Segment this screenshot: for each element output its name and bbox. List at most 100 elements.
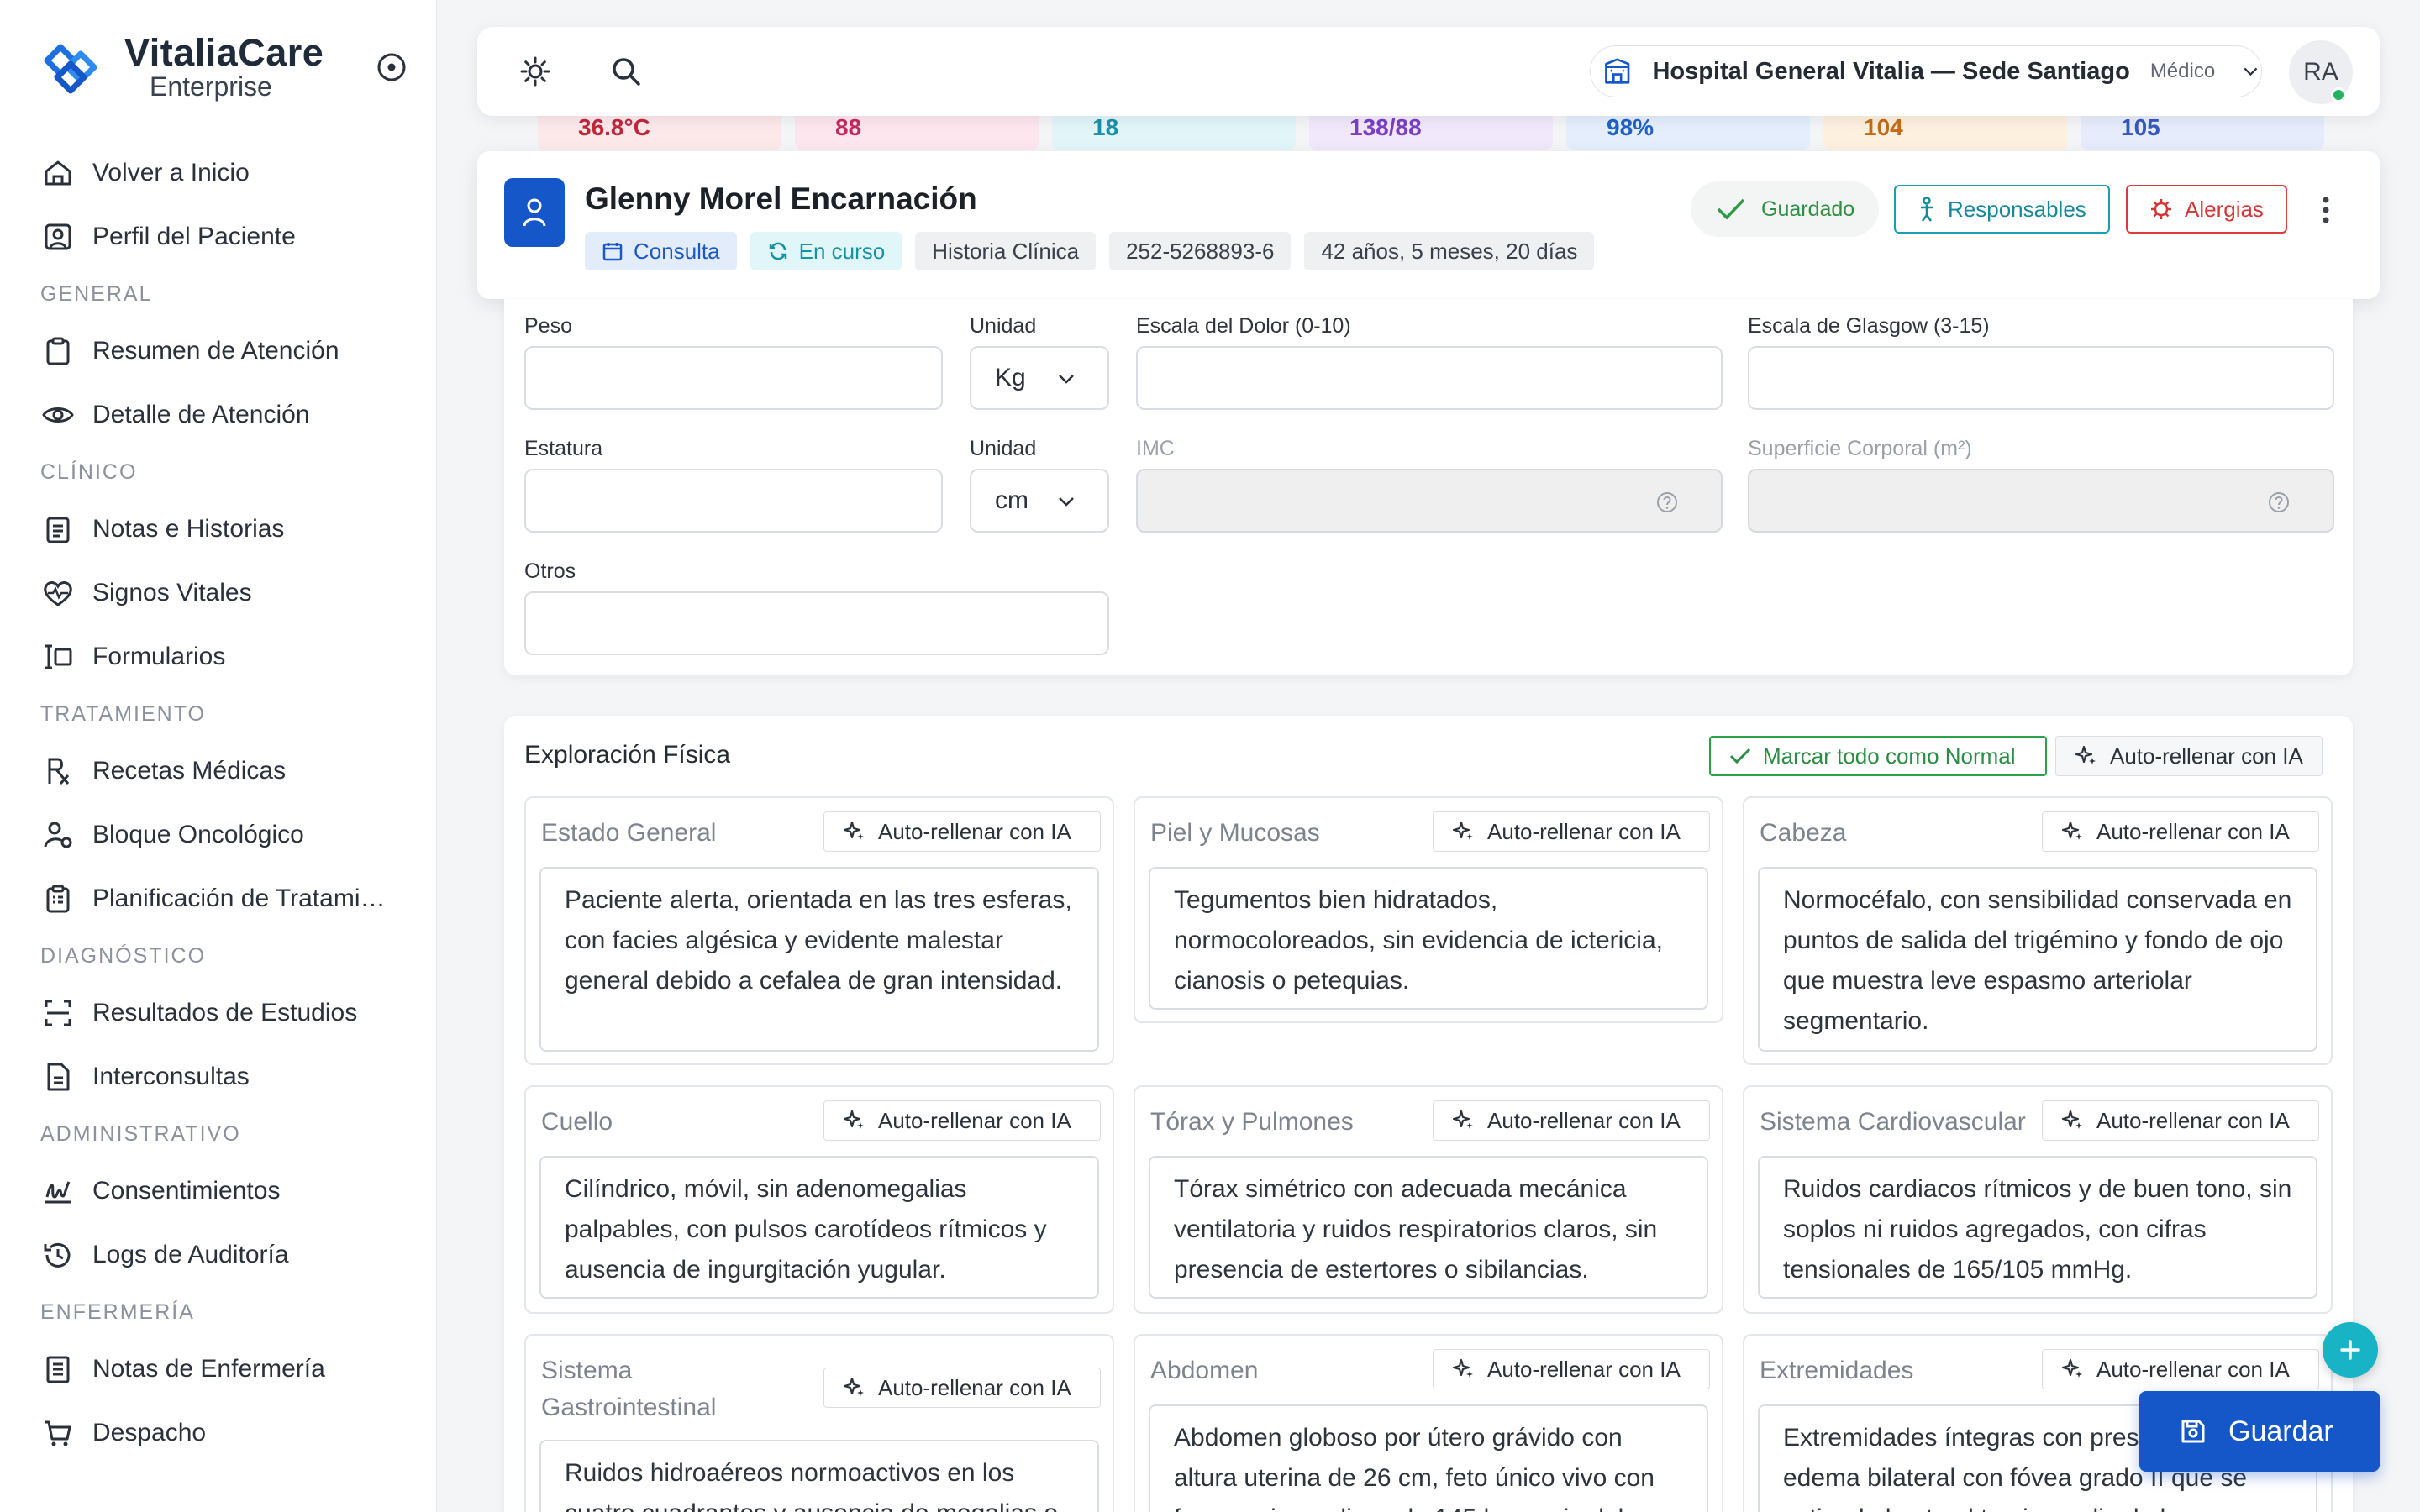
sidebar-item-forms[interactable]: Formularios: [0, 625, 437, 689]
sparkles-icon: [843, 1110, 864, 1129]
prescription-icon: [48, 758, 70, 785]
sidebar-item-profile[interactable]: Perfil del Paciente: [0, 205, 437, 269]
sidebar-item-interconsult[interactable]: Interconsultas: [0, 1045, 437, 1109]
sidebar-item-detail[interactable]: Detalle de Atención: [0, 383, 437, 447]
sidebar-item-label: Consentimientos: [92, 1177, 281, 1205]
add-fab-button[interactable]: [2323, 1322, 2378, 1378]
auto-fill-ai-button[interactable]: Auto-rellenar con IA: [823, 1368, 1101, 1408]
auto-fill-ai-button[interactable]: Auto-rellenar con IA: [2042, 811, 2319, 852]
auto-fill-ai-button[interactable]: Auto-rellenar con IA: [2042, 1100, 2319, 1141]
theme-toggle-sun-icon[interactable]: [518, 54, 553, 89]
measurements-card: Peso Unidad Kg Escala del Dolor (0-10) E…: [504, 299, 2353, 675]
otros-input[interactable]: [524, 591, 1109, 655]
home-icon: [45, 160, 71, 186]
peso-unit-label: Unidad: [970, 314, 1037, 338]
sidebar-item-dispatch[interactable]: Despacho: [0, 1401, 437, 1465]
forms-icon: [45, 644, 72, 669]
hospital-selector[interactable]: Hospital General Vitalia — Sede Santiago…: [1590, 45, 2262, 97]
sparkles-icon: [2061, 1110, 2082, 1129]
auto-fill-ai-button[interactable]: Auto-rellenar con IA: [823, 1100, 1101, 1141]
sparkles-icon: [843, 1377, 864, 1396]
section-title: Extremidades: [1760, 1357, 1914, 1384]
patient-age-tag: 42 años, 5 meses, 20 días: [1304, 232, 1595, 270]
section-textarea[interactable]: Ruidos cardiacos rítmicos y de buen tono…: [1758, 1156, 2317, 1299]
sidebar-item-notes[interactable]: Notas e Historias: [0, 497, 437, 561]
sparkles-icon: [843, 821, 864, 840]
sidebar-item-label: Bloque Oncológico: [92, 821, 304, 848]
exploracion-fisica-card: Exploración Física Marcar todo como Norm…: [504, 716, 2353, 1512]
sidebar-item-results[interactable]: Resultados de Estudios: [0, 981, 437, 1045]
dolor-input[interactable]: [1136, 346, 1723, 410]
mark-all-normal-button[interactable]: Marcar todo como Normal: [1709, 736, 2047, 776]
sparkles-icon: [1452, 821, 1473, 840]
nav-section-admin: ADMINISTRATIVO: [40, 1121, 241, 1146]
save-button[interactable]: Guardar: [2139, 1391, 2380, 1472]
patient-avatar: [504, 178, 565, 247]
section-estado-general: Estado General Auto-rellenar con IA Paci…: [524, 796, 1114, 1065]
scan-icon: [45, 1000, 71, 1026]
chevron-down-icon: [2244, 67, 2258, 76]
section-textarea[interactable]: Paciente alerta, orientada en las tres e…: [539, 867, 1099, 1052]
estatura-input[interactable]: [524, 469, 943, 533]
collapse-sidebar-icon[interactable]: [375, 50, 408, 84]
vitaliacare-logo-icon: [44, 44, 97, 94]
section-textarea[interactable]: Abdomen globoso por útero grávido con al…: [1149, 1404, 1708, 1512]
nav-section-general: GENERAL: [40, 281, 153, 306]
notes-icon: [46, 517, 70, 543]
nav-section-tratamiento: TRATAMIENTO: [40, 701, 206, 726]
auto-fill-ai-button[interactable]: Auto-rellenar con IA: [1433, 811, 1710, 852]
help-circle-icon[interactable]: [1655, 491, 1679, 514]
section-textarea[interactable]: Tegumentos bien hidratados, normocolorea…: [1149, 867, 1708, 1010]
auto-fill-ai-all-button[interactable]: Auto-rellenar con IA: [2055, 736, 2323, 776]
sidebar-item-planning[interactable]: Planificación de Tratamiento: [0, 867, 437, 931]
section-textarea[interactable]: Normocéfalo, con sensibilidad conservada…: [1758, 867, 2317, 1052]
sidebar-item-prescriptions[interactable]: Recetas Médicas: [0, 739, 437, 803]
nav-section-diagnostico: DIAGNÓSTICO: [40, 943, 207, 968]
search-icon[interactable]: [608, 54, 644, 89]
more-options-icon[interactable]: [2309, 193, 2343, 227]
nursing-notes-icon: [46, 1356, 70, 1383]
encounter-type-tag: Consulta: [585, 232, 737, 270]
auto-fill-ai-button[interactable]: Auto-rellenar con IA: [1433, 1100, 1710, 1141]
sidebar-item-vitals[interactable]: Signos Vitales: [0, 561, 437, 625]
sidebar-item-onco[interactable]: Bloque Oncológico: [0, 803, 437, 867]
sidebar: VitaliaCare Enterprise Volver a Inicio P…: [0, 0, 437, 1512]
sparkles-icon: [2061, 821, 2082, 840]
section-cuello: Cuello Auto-rellenar con IA Cilíndrico, …: [524, 1085, 1114, 1314]
section-textarea[interactable]: Ruidos hidroaéreos normoactivos en los c…: [539, 1440, 1099, 1512]
sidebar-item-home[interactable]: Volver a Inicio: [0, 141, 437, 205]
section-title: Abdomen: [1150, 1357, 1259, 1384]
alergias-button[interactable]: Alergias: [2126, 185, 2287, 234]
role-tag: Médico: [2149, 60, 2216, 82]
glasgow-input[interactable]: [1748, 346, 2334, 410]
dolor-label: Escala del Dolor (0-10): [1136, 314, 1351, 338]
clipboard-check-icon: [46, 885, 70, 913]
sidebar-item-label: Signos Vitales: [92, 579, 252, 606]
responsables-button[interactable]: Responsables: [1894, 185, 2110, 234]
sidebar-item-label: Formularios: [92, 643, 226, 670]
estatura-unit-select[interactable]: cm: [970, 469, 1109, 533]
sidebar-item-label: Detalle de Atención: [92, 401, 310, 428]
auto-fill-ai-button[interactable]: Auto-rellenar con IA: [1433, 1349, 1710, 1389]
history-icon: [44, 1242, 71, 1268]
sidebar-item-summary[interactable]: Resumen de Atención: [0, 319, 437, 383]
auto-fill-ai-button[interactable]: Auto-rellenar con IA: [2042, 1349, 2319, 1389]
patient-id-tag: 252-5268893-6: [1109, 232, 1292, 270]
sidebar-nav: Volver a Inicio Perfil del Paciente GENE…: [0, 141, 437, 1465]
sidebar-item-audit[interactable]: Logs de Auditoría: [0, 1223, 437, 1287]
help-circle-icon[interactable]: [2267, 491, 2291, 514]
nav-section-enfermeria: ENFERMERÍA: [40, 1299, 195, 1324]
user-ribbon-icon: [44, 822, 72, 848]
sidebar-item-nursing[interactable]: Notas de Enfermería: [0, 1337, 437, 1401]
brand-sub: Enterprise: [150, 71, 272, 102]
sidebar-item-consents[interactable]: Consentimientos: [0, 1159, 437, 1223]
section-textarea[interactable]: Cilíndrico, móvil, sin adenomegalias pal…: [539, 1156, 1099, 1299]
section-textarea[interactable]: Tórax simétrico con adecuada mecánica ve…: [1149, 1156, 1708, 1299]
patient-user-icon: [523, 198, 546, 227]
peso-unit-select[interactable]: Kg: [970, 346, 1109, 410]
auto-fill-ai-button[interactable]: Auto-rellenar con IA: [823, 811, 1101, 852]
online-status-dot: [2331, 87, 2346, 102]
section-title: Sistema Gastrointestinal: [541, 1357, 717, 1421]
peso-input[interactable]: [524, 346, 943, 410]
brand[interactable]: VitaliaCare Enterprise: [35, 32, 324, 102]
